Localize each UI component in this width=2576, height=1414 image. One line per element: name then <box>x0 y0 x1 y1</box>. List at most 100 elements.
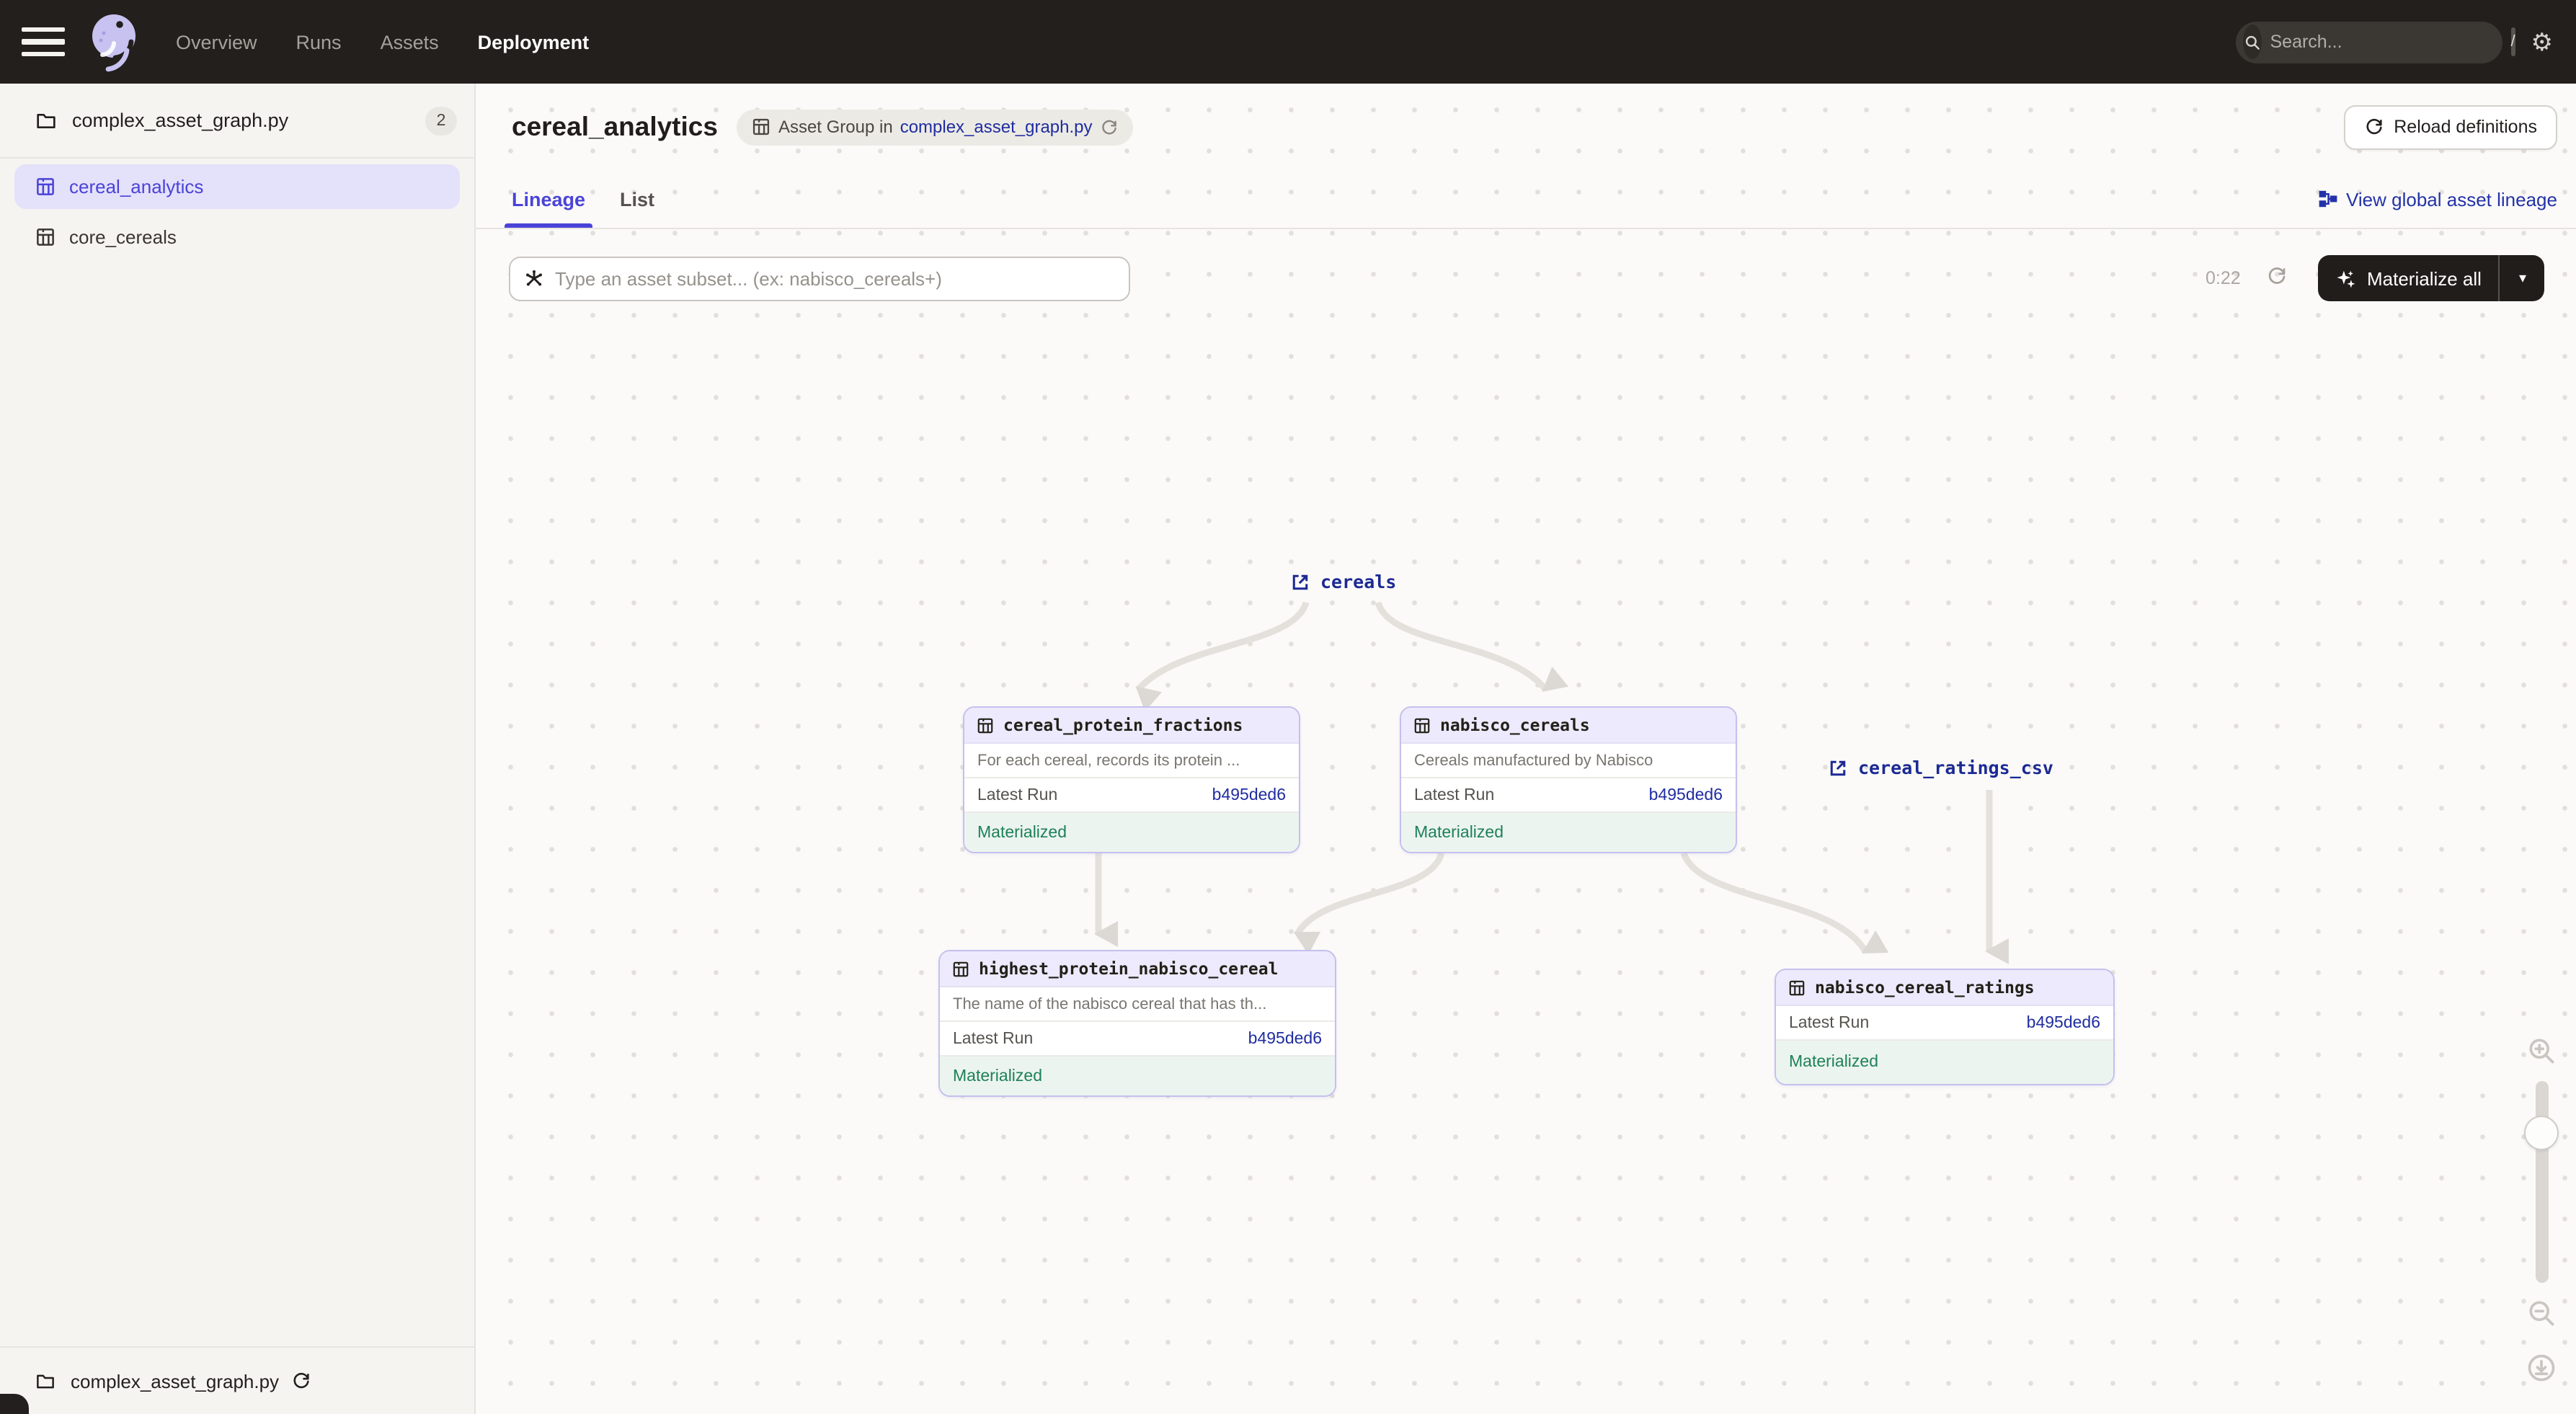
asset-name: highest_protein_nabisco_cereal <box>979 959 1278 979</box>
refresh-icon[interactable] <box>1100 117 1119 136</box>
asset-description: Cereals manufactured by Nabisco <box>1401 744 1736 778</box>
status-badge: Materialized <box>940 1057 1335 1095</box>
main-pane: cereal_analytics Asset Group in complex_… <box>476 84 2576 1414</box>
asset-table-icon <box>1413 716 1431 734</box>
source-asset-cereals[interactable]: cereals <box>1290 571 1396 592</box>
asset-node-nabisco-cereals[interactable]: nabisco_cereals Cereals manufactured by … <box>1400 706 1737 853</box>
asset-groups-sidebar: complex_asset_graph.py 2 cereal_analytic… <box>0 84 476 1414</box>
tab-list[interactable]: List <box>620 170 654 228</box>
gear-icon[interactable]: ⚙ <box>2531 30 2554 54</box>
status-badge: Materialized <box>964 813 1299 852</box>
materialize-all-label: Materialize all <box>2367 267 2482 289</box>
zoom-slider[interactable] <box>2535 1081 2548 1283</box>
external-link-icon <box>1828 757 1848 778</box>
asset-table-icon <box>951 959 970 978</box>
search-input[interactable] <box>2262 32 2511 52</box>
reload-definitions-button[interactable]: Reload definitions <box>2343 105 2557 149</box>
materialize-options-caret[interactable]: ▾ <box>2499 255 2545 301</box>
asset-group-icon <box>35 226 56 248</box>
source-asset-label: cereal_ratings_csv <box>1858 757 2053 778</box>
run-id-link[interactable]: b495ded6 <box>1248 1030 1322 1047</box>
view-tabs: Lineage List View global asset lineage <box>476 170 2576 229</box>
status-badge: Materialized <box>1401 813 1736 852</box>
sparkle-icon <box>2335 267 2357 289</box>
latest-run-row: Latest Run b495ded6 <box>964 778 1299 813</box>
latest-run-row: Latest Run b495ded6 <box>1401 778 1736 813</box>
asset-node-header: highest_protein_nabisco_cereal <box>940 951 1335 987</box>
primary-nav: Overview Runs Assets Deployment <box>176 31 589 53</box>
asset-subset-input[interactable] <box>555 268 1116 290</box>
sidebar-code-location[interactable]: complex_asset_graph.py 2 <box>0 84 474 159</box>
page-header: cereal_analytics Asset Group in complex_… <box>476 84 2576 170</box>
asset-group-count-badge: 2 <box>425 106 457 135</box>
code-location-link[interactable]: complex_asset_graph.py <box>900 117 1093 137</box>
code-location-name: complex_asset_graph.py <box>72 110 288 131</box>
asset-node-header: nabisco_cereal_ratings <box>1776 970 2113 1006</box>
asset-description: For each cereal, records its protein ... <box>964 744 1299 778</box>
run-id-link[interactable]: b495ded6 <box>2027 1014 2100 1031</box>
zoom-slider-handle[interactable] <box>2524 1116 2559 1150</box>
reload-location-icon[interactable] <box>290 1371 311 1391</box>
asset-table-icon <box>976 716 995 734</box>
view-global-asset-lineage-link[interactable]: View global asset lineage <box>2317 188 2557 210</box>
external-link-icon <box>1290 572 1310 592</box>
graph-zoom-controls <box>2515 1035 2567 1384</box>
asset-name: nabisco_cereal_ratings <box>1815 977 2035 997</box>
sidebar-item-cereal-analytics[interactable]: cereal_analytics <box>14 164 460 209</box>
latest-run-row: Latest Run b495ded6 <box>1776 1006 2113 1041</box>
latest-run-label: Latest Run <box>1414 786 1494 804</box>
materialize-all-button[interactable]: Materialize all ▾ <box>2318 255 2545 301</box>
asset-group-icon <box>35 176 56 197</box>
nav-item-assets[interactable]: Assets <box>381 31 439 53</box>
latest-run-row: Latest Run b495ded6 <box>940 1022 1335 1057</box>
nav-item-runs[interactable]: Runs <box>296 31 342 53</box>
search-shortcut-key: / <box>2511 27 2515 56</box>
latest-run-label: Latest Run <box>977 786 1057 804</box>
folder-icon <box>35 1370 56 1392</box>
latest-run-label: Latest Run <box>953 1030 1033 1047</box>
dagster-logo[interactable] <box>84 9 144 75</box>
source-asset-cereal-ratings-csv[interactable]: cereal_ratings_csv <box>1828 757 2053 778</box>
run-id-link[interactable]: b495ded6 <box>1212 786 1286 804</box>
global-search[interactable]: / <box>2236 21 2502 63</box>
folder-icon <box>35 109 58 132</box>
asset-group-icon <box>751 117 771 137</box>
dagster-app: Overview Runs Assets Deployment / ⚙ comp… <box>0 0 2576 1414</box>
nav-item-deployment[interactable]: Deployment <box>478 31 590 53</box>
asset-description: The name of the nabisco cereal that has … <box>940 987 1335 1022</box>
zoom-in-icon[interactable] <box>2526 1035 2557 1067</box>
sidebar-footer-code-location: complex_asset_graph.py <box>0 1346 474 1414</box>
refresh-icon <box>2363 117 2384 137</box>
asset-node-highest-protein-nabisco-cereal[interactable]: highest_protein_nabisco_cereal The name … <box>938 950 1336 1097</box>
sidebar-item-label: cereal_analytics <box>69 176 203 197</box>
sidebar-item-core-cereals[interactable]: core_cereals <box>14 215 460 259</box>
refresh-graph-icon[interactable] <box>2266 265 2288 287</box>
source-asset-label: cereals <box>1320 571 1396 592</box>
download-graph-icon[interactable] <box>2526 1352 2557 1384</box>
elapsed-timer: 0:22 <box>2206 268 2241 288</box>
asset-node-header: cereal_protein_fractions <box>964 708 1299 744</box>
lineage-graph-icon <box>2317 189 2337 209</box>
top-nav-bar: Overview Runs Assets Deployment / ⚙ <box>0 0 2576 84</box>
sidebar-item-label: core_cereals <box>69 226 177 248</box>
op-selector-icon <box>523 268 545 290</box>
asset-subset-filter[interactable] <box>509 257 1130 301</box>
tab-lineage[interactable]: Lineage <box>512 170 585 228</box>
asset-name: nabisco_cereals <box>1440 715 1590 735</box>
status-badge: Materialized <box>1776 1041 2113 1084</box>
global-lineage-label: View global asset lineage <box>2346 188 2557 210</box>
zoom-out-icon[interactable] <box>2526 1297 2557 1329</box>
footer-code-location-name: complex_asset_graph.py <box>71 1370 279 1392</box>
asset-node-cereal-protein-fractions[interactable]: cereal_protein_fractions For each cereal… <box>963 706 1300 853</box>
asset-name: cereal_protein_fractions <box>1003 715 1243 735</box>
run-id-link[interactable]: b495ded6 <box>1649 786 1723 804</box>
group-tag-prefix: Asset Group in <box>778 117 893 137</box>
nav-item-overview[interactable]: Overview <box>176 31 257 53</box>
asset-node-nabisco-cereal-ratings[interactable]: nabisco_cereal_ratings Latest Run b495de… <box>1775 969 2115 1085</box>
page-title: cereal_analytics <box>512 111 718 143</box>
asset-node-header: nabisco_cereals <box>1401 708 1736 744</box>
asset-group-tag: Asset Group in complex_asset_graph.py <box>737 109 1133 145</box>
asset-table-icon <box>1787 978 1806 997</box>
latest-run-label: Latest Run <box>1789 1014 1869 1031</box>
hamburger-menu-icon[interactable] <box>22 27 65 56</box>
